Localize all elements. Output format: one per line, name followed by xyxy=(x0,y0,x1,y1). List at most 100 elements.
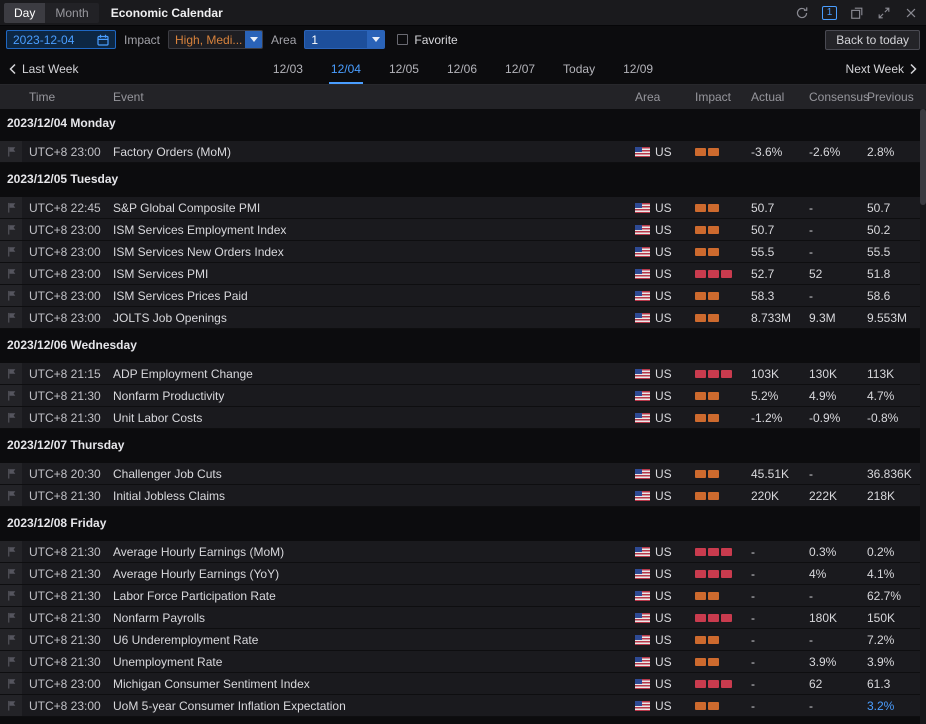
actual-value: - xyxy=(744,585,802,606)
pin-cell[interactable] xyxy=(0,563,22,584)
pin-cell[interactable] xyxy=(0,285,22,306)
table-row[interactable]: UTC+8 21:30 Nonfarm Productivity US 5.2%… xyxy=(0,385,926,407)
impact-bars xyxy=(695,148,719,156)
table-row[interactable]: UTC+8 21:30 Unemployment Rate US - 3.9% … xyxy=(0,651,926,673)
popout-icon[interactable] xyxy=(850,6,864,20)
pin-cell[interactable] xyxy=(0,385,22,406)
actual-value: - xyxy=(744,673,802,694)
row-time: UTC+8 23:00 xyxy=(22,141,106,162)
previous-value: 0.2% xyxy=(860,541,926,562)
consensus-value: - xyxy=(802,585,860,606)
impact-bar xyxy=(721,370,732,378)
date-value: 2023-12-04 xyxy=(13,33,74,47)
table-row[interactable]: UTC+8 23:00 Factory Orders (MoM) US -3.6… xyxy=(0,141,926,163)
us-flag-icon xyxy=(635,547,650,557)
table-row[interactable]: UTC+8 23:00 ISM Services New Orders Inde… xyxy=(0,241,926,263)
favorite-filter[interactable]: Favorite xyxy=(397,33,457,47)
area-label: US xyxy=(655,289,672,303)
weeknav-day[interactable]: 12/07 xyxy=(505,53,535,84)
impact-select[interactable]: High, Medi... xyxy=(168,30,263,49)
panel-one-icon[interactable]: 1 xyxy=(822,6,837,20)
pin-cell[interactable] xyxy=(0,585,22,606)
pin-cell[interactable] xyxy=(0,141,22,162)
actual-value: 52.7 xyxy=(744,263,802,284)
area-select[interactable]: 1 xyxy=(304,30,385,49)
weeknav-day-selected[interactable]: 12/04 xyxy=(331,53,361,84)
scrollbar[interactable] xyxy=(920,109,926,724)
close-icon[interactable] xyxy=(904,6,918,20)
row-time: UTC+8 21:15 xyxy=(22,363,106,384)
weeknav-day[interactable]: 12/05 xyxy=(389,53,419,84)
section-date: 2023/12/06 Wednesday xyxy=(7,338,137,352)
pin-cell[interactable] xyxy=(0,629,22,650)
pin-cell[interactable] xyxy=(0,541,22,562)
last-week-button[interactable]: Last Week xyxy=(8,62,78,76)
table-row[interactable]: UTC+8 21:30 U6 Underemployment Rate US -… xyxy=(0,629,926,651)
next-week-button[interactable]: Next Week xyxy=(846,62,918,76)
actual-value: -3.6% xyxy=(744,141,802,162)
weeknav-day[interactable]: 12/09 xyxy=(623,53,653,84)
table-row[interactable]: UTC+8 23:00 UoM 5-year Consumer Inflatio… xyxy=(0,695,926,717)
consensus-value: - xyxy=(802,463,860,484)
area-label: US xyxy=(655,611,672,625)
refresh-icon[interactable] xyxy=(795,6,809,20)
column-header-consensus: Consensus xyxy=(802,90,860,104)
us-flag-icon xyxy=(635,369,650,379)
weeknav-day[interactable]: 12/03 xyxy=(273,53,303,84)
area-cell: US xyxy=(628,263,688,284)
pin-cell[interactable] xyxy=(0,197,22,218)
favorite-checkbox[interactable] xyxy=(397,34,408,45)
weeknav-day[interactable]: 12/06 xyxy=(447,53,477,84)
pin-cell[interactable] xyxy=(0,363,22,384)
table-row[interactable]: UTC+8 21:30 Nonfarm Payrolls US - 180K 1… xyxy=(0,607,926,629)
table-row[interactable]: UTC+8 21:30 Average Hourly Earnings (MoM… xyxy=(0,541,926,563)
pin-cell[interactable] xyxy=(0,241,22,262)
table-row[interactable]: UTC+8 23:00 ISM Services PMI US 52.7 52 … xyxy=(0,263,926,285)
event-name: Nonfarm Payrolls xyxy=(106,607,628,628)
impact-bar xyxy=(708,370,719,378)
flag-pin-icon xyxy=(6,312,17,323)
us-flag-icon xyxy=(635,313,650,323)
consensus-value: 4.9% xyxy=(802,385,860,406)
table-row[interactable]: UTC+8 21:30 Average Hourly Earnings (YoY… xyxy=(0,563,926,585)
pin-cell[interactable] xyxy=(0,219,22,240)
pin-cell[interactable] xyxy=(0,673,22,694)
table-row[interactable]: UTC+8 23:00 ISM Services Employment Inde… xyxy=(0,219,926,241)
impact-bars xyxy=(695,636,719,644)
pin-cell[interactable] xyxy=(0,695,22,716)
table-row[interactable]: UTC+8 21:30 Initial Jobless Claims US 22… xyxy=(0,485,926,507)
pin-cell[interactable] xyxy=(0,307,22,328)
pin-cell[interactable] xyxy=(0,263,22,284)
area-label: US xyxy=(655,389,672,403)
pin-cell[interactable] xyxy=(0,407,22,428)
expand-icon[interactable] xyxy=(877,6,891,20)
table-row[interactable]: UTC+8 23:00 ISM Services Prices Paid US … xyxy=(0,285,926,307)
row-time: UTC+8 23:00 xyxy=(22,263,106,284)
area-cell: US xyxy=(628,463,688,484)
table-row[interactable]: UTC+8 22:45 S&P Global Composite PMI US … xyxy=(0,197,926,219)
actual-value: 58.3 xyxy=(744,285,802,306)
weeknav-day-today[interactable]: Today xyxy=(563,53,595,84)
pin-cell[interactable] xyxy=(0,463,22,484)
table-row[interactable]: UTC+8 21:30 Unit Labor Costs US -1.2% -0… xyxy=(0,407,926,429)
table-row[interactable]: UTC+8 21:30 Labor Force Participation Ra… xyxy=(0,585,926,607)
table-row[interactable]: UTC+8 21:15 ADP Employment Change US 103… xyxy=(0,363,926,385)
view-tabs: Day Month xyxy=(4,3,99,23)
actual-value: - xyxy=(744,629,802,650)
table-row[interactable]: UTC+8 23:00 Michigan Consumer Sentiment … xyxy=(0,673,926,695)
tab-day[interactable]: Day xyxy=(4,3,45,23)
table-row[interactable]: UTC+8 20:30 Challenger Job Cuts US 45.51… xyxy=(0,463,926,485)
consensus-value: 52 xyxy=(802,263,860,284)
scrollbar-thumb[interactable] xyxy=(920,109,926,205)
tab-month[interactable]: Month xyxy=(45,3,98,23)
table-row[interactable]: UTC+8 23:00 JOLTS Job Openings US 8.733M… xyxy=(0,307,926,329)
pin-cell[interactable] xyxy=(0,607,22,628)
pin-cell[interactable] xyxy=(0,485,22,506)
event-name: Factory Orders (MoM) xyxy=(106,141,628,162)
back-to-today-button[interactable]: Back to today xyxy=(825,30,920,50)
impact-bar xyxy=(708,470,719,478)
previous-value: 50.2 xyxy=(860,219,926,240)
date-picker[interactable]: 2023-12-04 xyxy=(6,30,116,49)
pin-cell[interactable] xyxy=(0,651,22,672)
impact-bar xyxy=(695,370,706,378)
